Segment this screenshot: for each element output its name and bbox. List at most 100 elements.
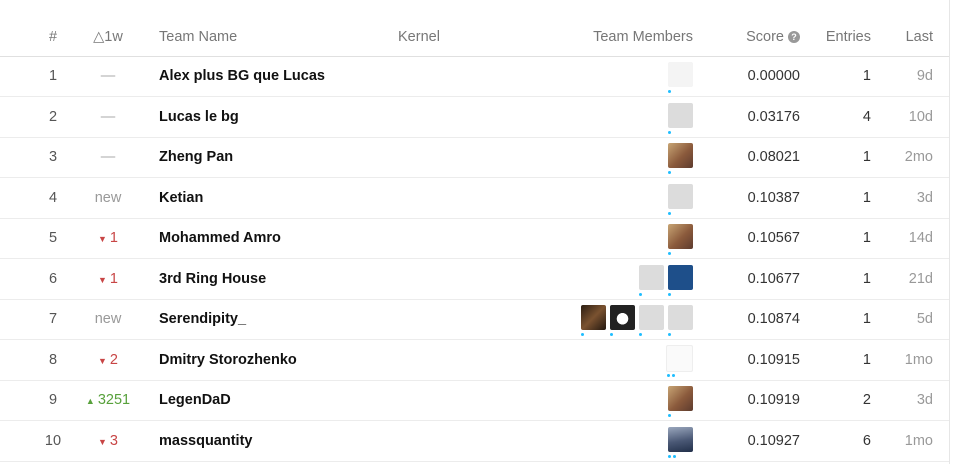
rank-cell: 7: [48, 311, 58, 327]
rank-cell: 5: [48, 230, 58, 246]
header-score-label: Score: [746, 29, 784, 45]
text-avatar[interactable]: [666, 344, 693, 377]
team-members-cell: [540, 299, 693, 339]
entries-cell: 2: [862, 392, 871, 408]
score-cell: 0.00000: [747, 68, 800, 84]
default-avatar[interactable]: [668, 305, 693, 336]
rank-cell: 1: [48, 68, 58, 84]
score-cell: 0.10919: [747, 392, 800, 408]
delta-cell: ▼ 1: [78, 218, 138, 258]
entries-cell: 4: [862, 108, 871, 125]
header-team-members: Team Members: [593, 29, 693, 45]
team-members-cell: [540, 218, 693, 258]
team-members-cell: [540, 178, 693, 218]
default-avatar[interactable]: [639, 305, 664, 336]
team-name-link[interactable]: Lucas le bg: [159, 97, 239, 137]
entries-cell: 1: [862, 351, 871, 368]
triangle-down-icon: ▼: [98, 274, 107, 285]
default-avatar[interactable]: [668, 183, 693, 215]
team-members-cell: [540, 421, 693, 461]
header-team-name[interactable]: Team Name: [159, 18, 237, 56]
photo-avatar[interactable]: [668, 143, 693, 174]
default-avatar[interactable]: [668, 102, 693, 134]
last-submission-cell: 3d: [916, 392, 933, 408]
leaderboard-row[interactable]: 6 ▼ 1 3rd Ring House 0.10677 1 21d: [0, 259, 949, 300]
delta-cell: new: [78, 178, 138, 218]
team-name-link[interactable]: Serendipity_: [159, 299, 246, 339]
rank-cell: 3: [48, 149, 58, 165]
header-score[interactable]: Score ?: [720, 18, 800, 56]
last-submission-cell: 21d: [908, 270, 933, 287]
last-submission-cell: 5d: [916, 311, 933, 327]
leaderboard-row[interactable]: 9 ▲ 3251 LegenDaD 0.10919 2 3d: [0, 380, 949, 421]
header-kernel: Kernel: [398, 29, 440, 45]
delta-cell: —: [78, 56, 138, 96]
panda-avatar[interactable]: [610, 305, 635, 336]
team-name-link[interactable]: Zheng Pan: [159, 137, 233, 177]
delta-value: new: [94, 311, 122, 327]
score-cell: 0.08021: [747, 149, 800, 165]
team-name-link[interactable]: Dmitry Storozhenko: [159, 340, 297, 380]
leaderboard-row[interactable]: 8 ▼ 2 Dmitry Storozhenko 0.10915 1 1mo: [0, 340, 949, 381]
header-delta[interactable]: △1w: [78, 18, 138, 56]
team-members-cell: [540, 340, 693, 380]
leaderboard: # △1w Team Name Kernel Team Members Scor…: [0, 0, 950, 464]
photo-avatar[interactable]: [668, 224, 693, 255]
team-name-link[interactable]: massquantity: [159, 421, 252, 461]
delta-value: 1: [109, 270, 118, 287]
triangle-down-icon: ▼: [98, 355, 107, 366]
delta-cell: —: [78, 137, 138, 177]
header-rank[interactable]: #: [20, 18, 86, 56]
rank-cell: 9: [48, 392, 58, 408]
leaderboard-row[interactable]: 3 — Zheng Pan 0.08021 1 2mo: [0, 137, 949, 178]
last-submission-cell: 10d: [908, 108, 933, 125]
score-cell: 0.10927: [747, 432, 800, 449]
delta-value: —: [100, 68, 116, 84]
yellow-vest-avatar[interactable]: [668, 62, 693, 93]
rank-cell: 8: [48, 351, 58, 368]
score-cell: 0.10567: [747, 230, 800, 246]
team-name-link[interactable]: Mohammed Amro: [159, 218, 281, 258]
mountain-avatar[interactable]: [668, 426, 693, 458]
delta-value: —: [100, 149, 116, 165]
leaderboard-row[interactable]: 10 ▼ 3 massquantity 0.10927 6 1mo: [0, 421, 949, 462]
rank-cell: 2: [48, 108, 58, 125]
delta-cell: new: [78, 299, 138, 339]
team-name-link[interactable]: 3rd Ring House: [159, 259, 266, 299]
triangle-down-icon: ▼: [98, 436, 107, 447]
rank-cell: 4: [48, 189, 58, 206]
default-avatar[interactable]: [639, 264, 664, 296]
leaderboard-row[interactable]: 7 new Serendipity_ 0.10874 1 5d: [0, 299, 949, 340]
delta-value: 3251: [97, 392, 131, 408]
team-name-link[interactable]: Alex plus BG que Lucas: [159, 56, 325, 96]
team-name-link[interactable]: Ketian: [159, 178, 203, 218]
header-last[interactable]: Last: [880, 18, 933, 56]
entries-cell: 1: [862, 149, 871, 165]
help-icon[interactable]: ?: [788, 31, 800, 43]
leaderboard-row[interactable]: 2 — Lucas le bg 0.03176 4 10d: [0, 97, 949, 138]
header-entries[interactable]: Entries: [815, 18, 871, 56]
delta-value: 3: [109, 432, 118, 449]
leaderboard-row[interactable]: 5 ▼ 1 Mohammed Amro 0.10567 1 14d: [0, 218, 949, 259]
entries-cell: 1: [862, 189, 871, 206]
leaderboard-header: # △1w Team Name Kernel Team Members Scor…: [0, 18, 949, 57]
team-members-cell: [540, 380, 693, 420]
entries-cell: 1: [862, 68, 871, 84]
score-cell: 0.10874: [747, 311, 800, 327]
score-cell: 0.10677: [747, 270, 800, 287]
leaderboard-row[interactable]: 1 — Alex plus BG que Lucas 0.00000 1 9d: [0, 56, 949, 97]
last-submission-cell: 14d: [908, 230, 933, 246]
leaderboard-row[interactable]: 4 new Ketian 0.10387 1 3d: [0, 178, 949, 219]
delta-value: 2: [109, 351, 118, 368]
team-members-cell: [540, 97, 693, 137]
score-cell: 0.03176: [747, 108, 800, 125]
entries-cell: 1: [862, 270, 871, 287]
team-name-link[interactable]: LegenDaD: [159, 380, 231, 420]
team-members-cell: [540, 259, 693, 299]
photo-avatar[interactable]: [668, 386, 693, 417]
delta-cell: ▼ 3: [78, 421, 138, 461]
last-submission-cell: 1mo: [904, 351, 933, 368]
cat-avatar[interactable]: [581, 305, 606, 336]
cracked-glass-avatar[interactable]: [668, 264, 693, 296]
entries-cell: 1: [862, 230, 871, 246]
